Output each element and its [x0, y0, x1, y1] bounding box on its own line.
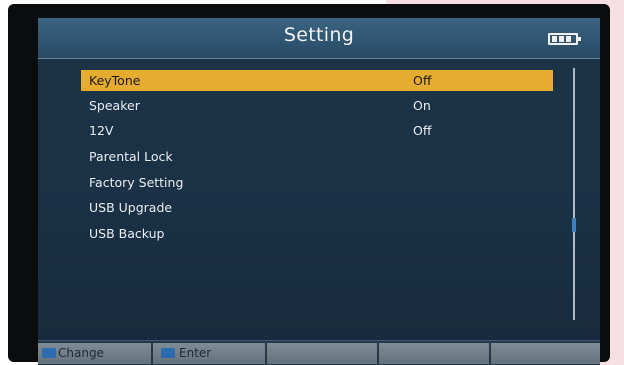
menu-item-usb-upgrade[interactable]: USB Upgrade	[81, 197, 553, 218]
battery-cell	[559, 36, 564, 42]
menu-item-label: USB Backup	[89, 226, 165, 241]
menu-item-label: USB Upgrade	[89, 200, 173, 215]
footer-slot-5	[491, 343, 600, 364]
footer-slot-4	[379, 343, 489, 364]
menu-item-value: Off	[413, 123, 432, 138]
menu-item-label: Factory Setting	[89, 175, 184, 190]
menu-item-label: KeyTone	[89, 73, 141, 88]
menu-item-value: Off	[413, 73, 432, 88]
menu-item-keytone[interactable]: KeyTone Off	[81, 70, 553, 91]
footer-slot-3	[267, 343, 377, 364]
scrollbar-track[interactable]	[573, 68, 575, 320]
left-right-key-icon	[42, 348, 56, 358]
scrollbar-thumb[interactable]	[572, 218, 576, 232]
menu-item-value: On	[413, 98, 431, 113]
title-bar: Setting	[38, 18, 600, 59]
battery-cell	[566, 36, 571, 42]
settings-screen: Setting KeyTone Off Speaker On 12V Off P…	[38, 18, 600, 365]
menu-item-speaker[interactable]: Speaker On	[81, 95, 553, 116]
page-title: Setting	[283, 24, 355, 46]
enter-hint-label: Enter	[179, 346, 212, 360]
battery-cell	[552, 36, 557, 42]
footer-bar: Change Enter	[38, 340, 600, 365]
menu-item-factory-setting[interactable]: Factory Setting	[81, 172, 553, 193]
tv-bezel: Setting KeyTone Off Speaker On 12V Off P…	[8, 4, 610, 365]
menu-item-label: 12V	[89, 123, 114, 138]
battery-icon	[548, 33, 581, 45]
menu-item-label: Speaker	[89, 98, 140, 113]
menu-item-label: Parental Lock	[89, 149, 173, 164]
ok-key-icon	[161, 348, 175, 358]
menu-item-12v[interactable]: 12V Off	[81, 120, 553, 141]
change-hint: Change	[38, 343, 151, 364]
change-hint-label: Change	[58, 346, 104, 360]
menu-item-parental-lock[interactable]: Parental Lock	[81, 146, 553, 167]
menu-item-usb-backup[interactable]: USB Backup	[81, 223, 553, 244]
enter-hint: Enter	[153, 343, 265, 364]
